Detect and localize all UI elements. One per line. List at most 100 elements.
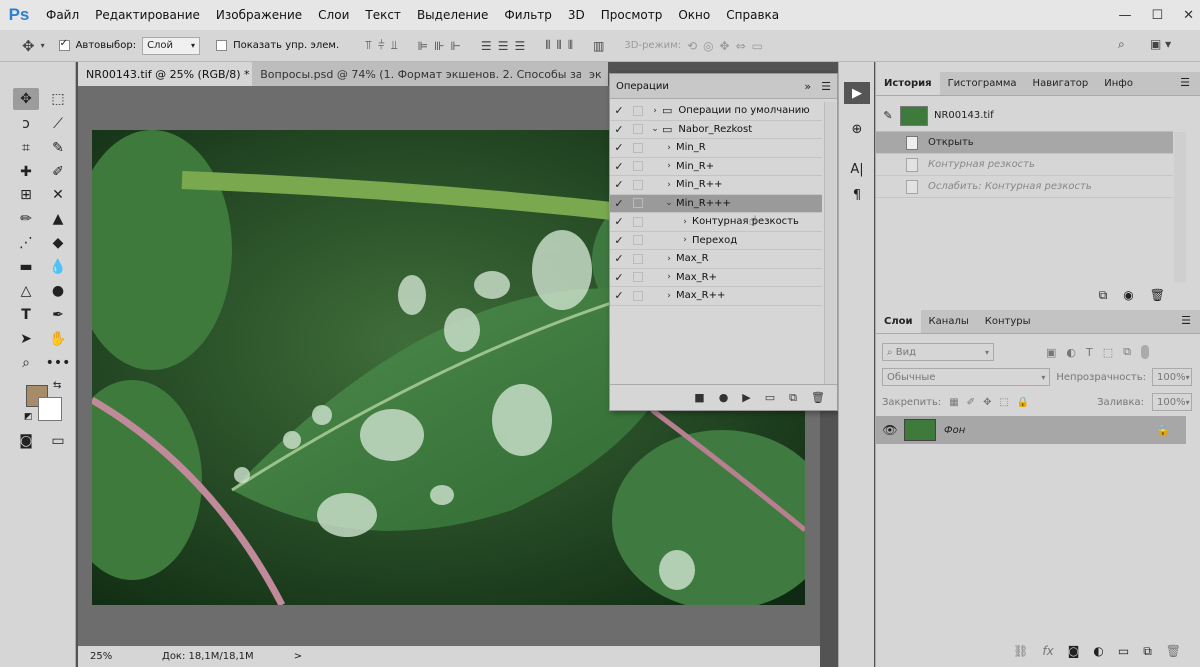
tab-document-1[interactable]: NR00143.tif @ 25% (RGB/8) *× [78,62,253,86]
hand-tool-icon[interactable]: ✋ [45,328,71,350]
camera-icon[interactable]: ◉ [1123,288,1133,302]
menu-help[interactable]: Справка [718,0,787,30]
menu-file[interactable]: Файл [38,0,87,30]
toggle-check-icon[interactable]: ✓ [610,271,628,284]
menu-type[interactable]: Текст [357,0,409,30]
menu-edit[interactable]: Редактирование [87,0,208,30]
toggle-check-icon[interactable]: ✓ [610,234,628,247]
swap-colors-icon[interactable]: ⇆ [53,380,61,391]
zoom-tool-icon[interactable]: ⌕ [13,352,39,374]
eraser-alt-tool-icon[interactable]: ◆ [45,232,71,254]
tab-paths[interactable]: Контуры [977,310,1039,333]
lock-pixels-icon[interactable]: ✐ [967,397,975,408]
history-scrollbar[interactable] [1174,132,1186,282]
align-hcenter-icon[interactable]: ⊪ [434,39,444,53]
action-row[interactable]: ✓ › Max_R [610,250,822,269]
expand-icon[interactable]: › [648,106,662,116]
new-layer-icon[interactable]: ⧉ [1143,644,1152,659]
dialog-toggle-box[interactable] [633,290,643,301]
history-snapshot[interactable]: ✎ NR00143.tif [876,100,1173,132]
distribute-left-icon[interactable]: ⦀ [545,38,550,53]
paragraph-panel-button[interactable]: ¶ [844,184,870,206]
dialog-toggle-box[interactable] [633,161,643,172]
toggle-check-icon[interactable]: ✓ [610,160,628,173]
drop-tool-icon[interactable]: 💧 [45,256,71,278]
autoselect-checkbox[interactable] [58,38,70,51]
close-button[interactable]: ✕ [1183,8,1194,23]
screen-mode-icon[interactable]: ▭ [45,430,71,452]
actions-scrollbar[interactable] [824,102,836,384]
3d-orbit-icon[interactable]: ⟲ [687,39,697,53]
dialog-toggle-box[interactable] [633,272,643,283]
stop-icon[interactable]: ■ [694,391,704,404]
pen-shape-tool-icon[interactable]: △ [13,280,39,302]
expand-icon[interactable]: ⌄ [648,124,662,134]
distribute-bottom-icon[interactable]: ☰ [514,39,525,53]
move-tool-icon[interactable]: ✥ [22,37,35,55]
3d-roll-icon[interactable]: ◎ [703,39,713,53]
dialog-toggle-box[interactable] [633,235,643,246]
toggle-check-icon[interactable]: ✓ [610,123,628,136]
menu-3d[interactable]: 3D [560,0,593,30]
add-mask-icon[interactable]: ◙ [1068,644,1080,658]
distribute-vcenter-icon[interactable]: ☰ [498,39,509,53]
adjustments-panel-button[interactable]: ⊕ [844,118,870,140]
dialog-toggle-box[interactable] [633,124,643,135]
quick-select-tool-icon[interactable]: ⟋ [45,113,71,135]
clone-stamp-tool-icon[interactable]: ▲ [45,208,71,230]
history-item[interactable]: Контурная резкость [876,154,1173,176]
3d-drag-icon[interactable]: ✥ [720,39,730,53]
align-top-icon[interactable]: ⫪ [365,38,372,53]
3d-slide-icon[interactable]: ⇔ [736,39,746,53]
menu-window[interactable]: Окно [670,0,718,30]
panel-menu-icon[interactable]: ☰ [1171,310,1200,333]
minimize-button[interactable]: — [1118,8,1131,23]
toggle-check-icon[interactable]: ✓ [610,141,628,154]
tab-navigator[interactable]: Навигатор [1025,72,1097,95]
lock-position-icon[interactable]: ✥ [983,397,991,408]
default-colors-icon[interactable]: ◩ [24,412,33,422]
new-document-from-state-icon[interactable]: ⧉ [1099,288,1108,303]
lock-all-icon[interactable]: 🔒 [1017,397,1029,408]
filter-smart-icon[interactable]: ⧉ [1123,345,1131,359]
tab-document-2[interactable]: Вопросы.psd @ 74% (1. Формат экшенов. 2.… [252,62,581,86]
action-row-selected[interactable]: ✓ ⌄ Min_R+++ [610,194,822,213]
more-tools-icon[interactable]: ••• [45,352,71,374]
align-left-icon[interactable]: ⊫ [418,39,428,53]
menu-select[interactable]: Выделение [409,0,496,30]
dialog-toggle-box[interactable] [633,198,643,209]
align-vcenter-icon[interactable]: ⫩ [378,38,385,53]
action-row[interactable]: ✓ › Min_R+ [610,158,822,176]
fill-input[interactable]: 100% ▾ [1152,393,1192,411]
menu-image[interactable]: Изображение [208,0,310,30]
opacity-input[interactable]: 100% ▾ [1152,368,1192,386]
distribute-right-icon[interactable]: ⦀ [568,38,573,53]
status-arrow[interactable]: > [294,651,302,662]
toggle-check-icon[interactable]: ✓ [610,104,628,117]
fx-icon[interactable]: fx [1042,644,1053,658]
tab-layers[interactable]: Слои [876,310,921,333]
blend-mode-select[interactable]: Обычные ▾ [882,368,1051,386]
adjustment-layer-icon[interactable]: ◐ [1093,644,1103,658]
menu-view[interactable]: Просмотр [593,0,671,30]
blur-tool-icon[interactable]: ⋰ [13,232,39,254]
crop-tool-icon[interactable]: ⌗ [13,137,39,159]
expand-icon[interactable]: › [678,235,692,245]
autoselect-select[interactable]: Слой ▾ [142,36,201,55]
expand-icon[interactable]: › [662,272,676,282]
lasso-tool-icon[interactable]: ↄ [13,113,39,135]
toggle-check-icon[interactable]: ✓ [610,178,628,191]
record-icon[interactable]: ● [719,391,729,404]
marquee-tool-icon[interactable]: ⬚ [45,88,71,110]
filter-pixel-icon[interactable]: ▣ [1046,346,1056,359]
dialog-toggle-box[interactable] [633,216,643,227]
new-set-icon[interactable]: ▭ [765,391,775,404]
auto-align-icon[interactable]: ▥ [593,39,604,53]
filter-adjustment-icon[interactable]: ◐ [1066,346,1076,359]
history-item[interactable]: Ослабить: Контурная резкость [876,176,1173,198]
visibility-eye-icon[interactable]: 👁 [876,423,904,437]
toggle-check-icon[interactable]: ✓ [610,197,628,210]
action-row[interactable]: ✓ › Min_R [610,139,822,158]
tab-history[interactable]: История [876,72,940,95]
distribute-hcenter-icon[interactable]: ⦀ [557,38,562,53]
